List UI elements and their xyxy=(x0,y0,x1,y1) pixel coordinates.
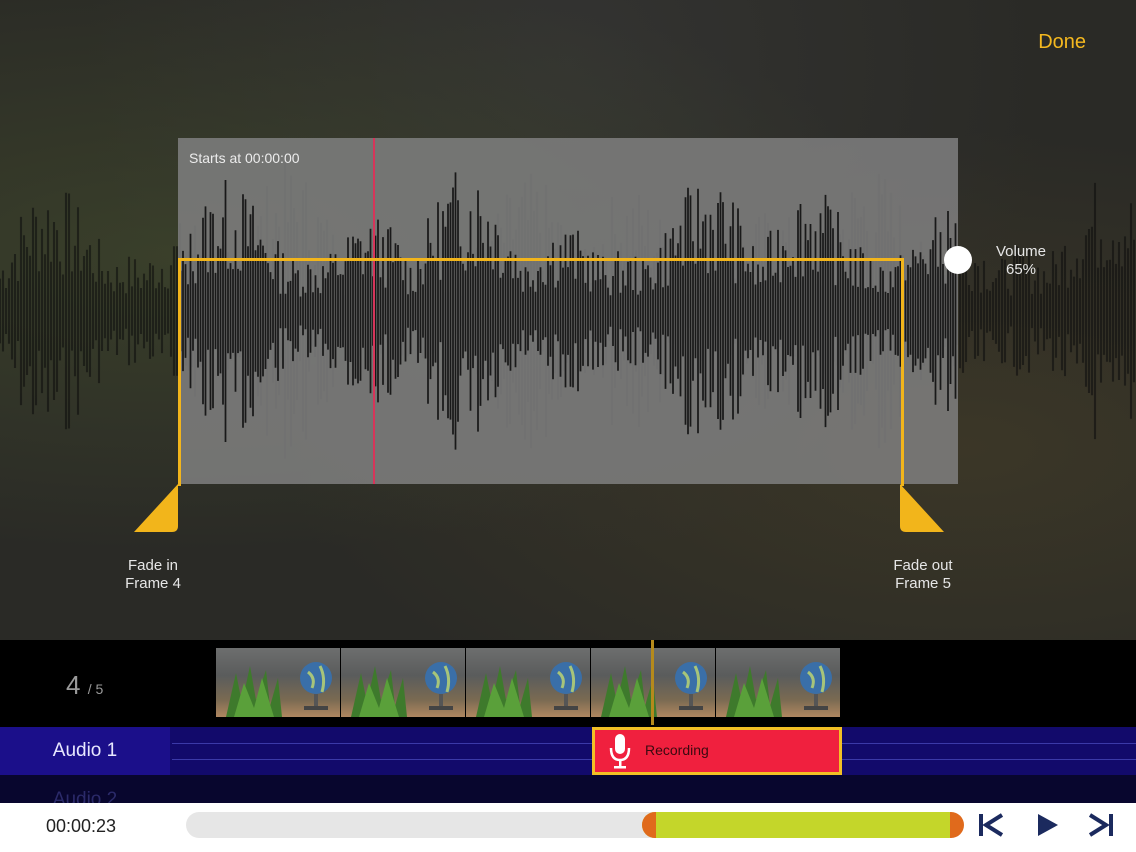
volume-knob[interactable] xyxy=(944,246,972,274)
fade-in-text: Fade in xyxy=(127,557,179,574)
skip-back-icon[interactable] xyxy=(976,812,1006,838)
volume-value: 65% xyxy=(1005,261,1037,278)
track-label-audio-2[interactable]: Audio 2 xyxy=(0,775,170,803)
fade-out-handle[interactable] xyxy=(898,484,946,534)
fade-out-text: Fade out xyxy=(893,557,953,574)
audio-track-1[interactable] xyxy=(0,727,1136,775)
done-button[interactable]: Done xyxy=(1038,31,1086,54)
frame-current: 4 xyxy=(66,670,81,700)
volume-text: Volume xyxy=(995,243,1047,260)
frame-image xyxy=(351,662,457,717)
fade-out-label: Fade out Frame 5 xyxy=(883,557,963,593)
frame-thumbnail[interactable] xyxy=(466,648,590,717)
frame-thumbnail[interactable] xyxy=(341,648,465,717)
frame-thumbnail[interactable] xyxy=(216,648,340,717)
timeline-scrubber[interactable] xyxy=(651,640,654,725)
fade-out-frame: Frame 5 xyxy=(895,575,951,592)
fade-in-frame: Frame 4 xyxy=(125,575,181,592)
selection-range[interactable] xyxy=(642,812,962,838)
start-time-label: Starts at 00:00:00 xyxy=(189,150,300,166)
frame-thumbnail[interactable] xyxy=(716,648,840,717)
audio-track-2[interactable] xyxy=(0,775,1136,803)
track-label-audio-1[interactable]: Audio 1 xyxy=(0,727,170,775)
frame-total: / 5 xyxy=(87,681,104,697)
microphone-icon xyxy=(609,734,631,769)
volume-envelope[interactable] xyxy=(178,258,904,486)
current-time: 00:00:23 xyxy=(46,816,117,836)
frame-counter: 4 / 5 xyxy=(66,670,103,701)
play-icon[interactable] xyxy=(1034,812,1062,838)
frame-image xyxy=(476,662,582,717)
fade-in-label: Fade in Frame 4 xyxy=(113,557,193,593)
clip-label: Recording xyxy=(645,742,709,758)
recording-clip[interactable]: Recording xyxy=(592,727,842,775)
frame-thumbnails xyxy=(216,648,841,717)
frame-image xyxy=(726,662,832,717)
fade-in-handle[interactable] xyxy=(132,484,180,534)
skip-forward-icon[interactable] xyxy=(1086,812,1116,838)
frame-image xyxy=(226,662,332,717)
volume-label: Volume 65% xyxy=(986,243,1056,279)
